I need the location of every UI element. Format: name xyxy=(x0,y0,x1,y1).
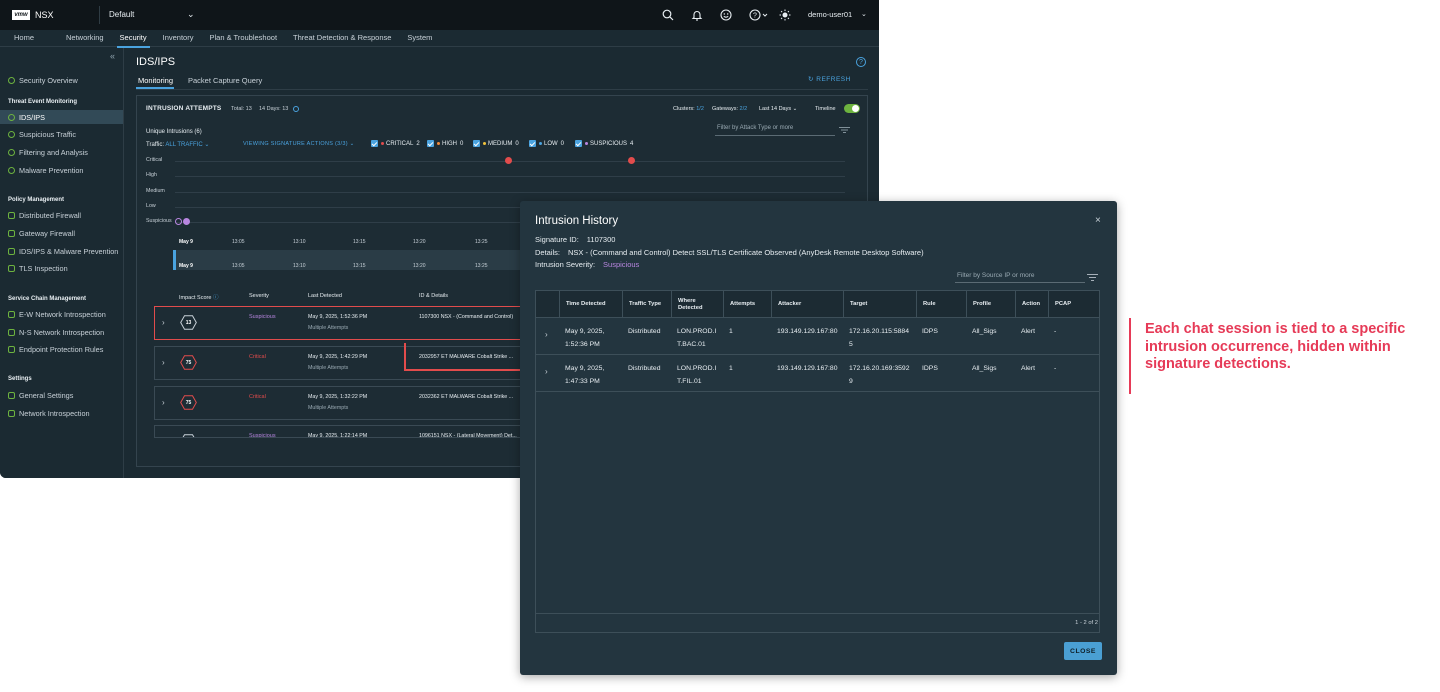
cell-traffic: Distributed xyxy=(628,363,661,376)
cell-line: 1:52:36 PM xyxy=(565,340,600,348)
close-button[interactable]: CLOSE xyxy=(1064,642,1102,660)
col-attacker[interactable]: Attacker xyxy=(771,291,801,318)
cell-line: All_Sigs xyxy=(972,328,997,335)
cell-action: Alert xyxy=(1021,363,1035,376)
cell-line: 1 xyxy=(729,365,733,372)
cell-attacker: 193.149.129.167:80 xyxy=(777,326,837,339)
filter-icon[interactable] xyxy=(1087,274,1098,281)
chevron-right-icon[interactable]: › xyxy=(545,367,548,376)
col-attempts[interactable]: Attempts xyxy=(723,291,755,318)
cell-line: - xyxy=(1054,328,1057,335)
col-where-detected[interactable]: Where Detected xyxy=(671,291,719,318)
cell-target: 172.16.20.169:3592 9 xyxy=(849,363,909,388)
col-rule[interactable]: Rule xyxy=(916,291,936,318)
col-traffic-type[interactable]: Traffic Type xyxy=(622,291,661,318)
cell-line: T.FIL.01 xyxy=(677,377,702,385)
cell-line: May 9, 2025, xyxy=(565,365,605,372)
intrusion-history-modal: Intrusion History × Signature ID: 1107300… xyxy=(520,201,1117,675)
cell-line: IDPS xyxy=(922,328,938,335)
col-action[interactable]: Action xyxy=(1015,291,1040,318)
source-ip-filter-input[interactable]: Filter by Source IP or more xyxy=(955,272,1085,283)
cell-line: 172.16.20.115:5884 xyxy=(849,328,909,335)
col-pcap[interactable]: PCAP xyxy=(1048,291,1071,318)
col-target[interactable]: Target xyxy=(843,291,867,318)
annotation-text: Each chat session is tied to a specific … xyxy=(1145,321,1406,372)
annotation-bar xyxy=(1129,318,1131,394)
cell-rule: IDPS xyxy=(922,326,938,339)
cell-pcap: - xyxy=(1054,326,1056,339)
severity-line: Intrusion Severity: Suspicious xyxy=(535,260,639,269)
cell-line: Alert xyxy=(1021,365,1035,372)
history-row[interactable]: › May 9, 2025, 1:47:33 PM Distributed LON.PR… xyxy=(536,355,1099,392)
cell-profile: All_Sigs xyxy=(972,326,997,339)
cell-line: 5 xyxy=(849,340,853,348)
close-icon[interactable]: × xyxy=(1095,215,1101,226)
grid-header: Time Detected Traffic Type Where Detected A… xyxy=(536,291,1099,318)
cell-line: May 9, 2025, xyxy=(565,328,605,335)
cell-where: LON.PROD.I T.BAC.01 xyxy=(677,326,716,351)
cell-line: Alert xyxy=(1021,328,1035,335)
details-value: NSX - (Command and Control) Detect SSL/T… xyxy=(568,248,924,257)
cell-target: 172.16.20.115:5884 5 xyxy=(849,326,909,351)
cell-line: LON.PROD.I xyxy=(677,328,717,335)
cell-line: IDPS xyxy=(922,365,938,372)
cell-time: May 9, 2025, 1:52:36 PM xyxy=(565,326,604,351)
modal-title: Intrusion History xyxy=(535,215,619,227)
severity-label: Intrusion Severity: xyxy=(535,260,596,269)
cell-traffic: Distributed xyxy=(628,326,661,339)
cell-attempts: 1 xyxy=(729,326,733,339)
signature-id-line: Signature ID: 1107300 xyxy=(535,235,615,244)
cell-line: 1:47:33 PM xyxy=(565,377,600,385)
history-row[interactable]: › May 9, 2025, 1:52:36 PM Distributed LON.PR… xyxy=(536,318,1099,355)
cell-line: 193.149.129.167:80 xyxy=(777,328,838,335)
cell-pcap: - xyxy=(1054,363,1056,376)
cell-line: LON.PROD.I xyxy=(677,365,717,372)
cell-line: Distributed xyxy=(628,328,661,335)
cell-time: May 9, 2025, 1:47:33 PM xyxy=(565,363,604,388)
col-profile[interactable]: Profile xyxy=(966,291,991,318)
cell-line: 9 xyxy=(849,377,853,385)
cell-line: - xyxy=(1054,365,1057,372)
cell-attacker: 193.149.129.167:80 xyxy=(777,363,837,376)
history-grid: Time Detected Traffic Type Where Detected A… xyxy=(535,290,1100,633)
cell-line: Distributed xyxy=(628,365,661,372)
cell-attempts: 1 xyxy=(729,363,733,376)
col-time-detected[interactable]: Time Detected xyxy=(559,291,606,318)
chevron-right-icon[interactable]: › xyxy=(545,330,548,339)
cell-line: 172.16.20.169:3592 xyxy=(849,365,910,372)
cell-where: LON.PROD.I T.FIL.01 xyxy=(677,363,716,388)
grid-footer: 1 - 2 of 2 xyxy=(536,613,1099,632)
cell-line: 193.149.129.167:80 xyxy=(777,365,838,372)
cell-line: All_Sigs xyxy=(972,365,997,372)
severity-value: Suspicious xyxy=(603,260,640,269)
details-line: Details: NSX - (Command and Control) Dete… xyxy=(535,248,924,257)
cell-line: T.BAC.01 xyxy=(677,340,706,348)
signature-id-value: 1107300 xyxy=(586,235,616,244)
cell-action: Alert xyxy=(1021,326,1035,339)
signature-id-label: Signature ID: xyxy=(535,235,579,244)
cell-profile: All_Sigs xyxy=(972,363,997,376)
pagination-info: 1 - 2 of 2 xyxy=(1075,620,1098,626)
details-label: Details: xyxy=(535,248,561,257)
cell-line: 1 xyxy=(729,328,733,335)
cell-rule: IDPS xyxy=(922,363,938,376)
